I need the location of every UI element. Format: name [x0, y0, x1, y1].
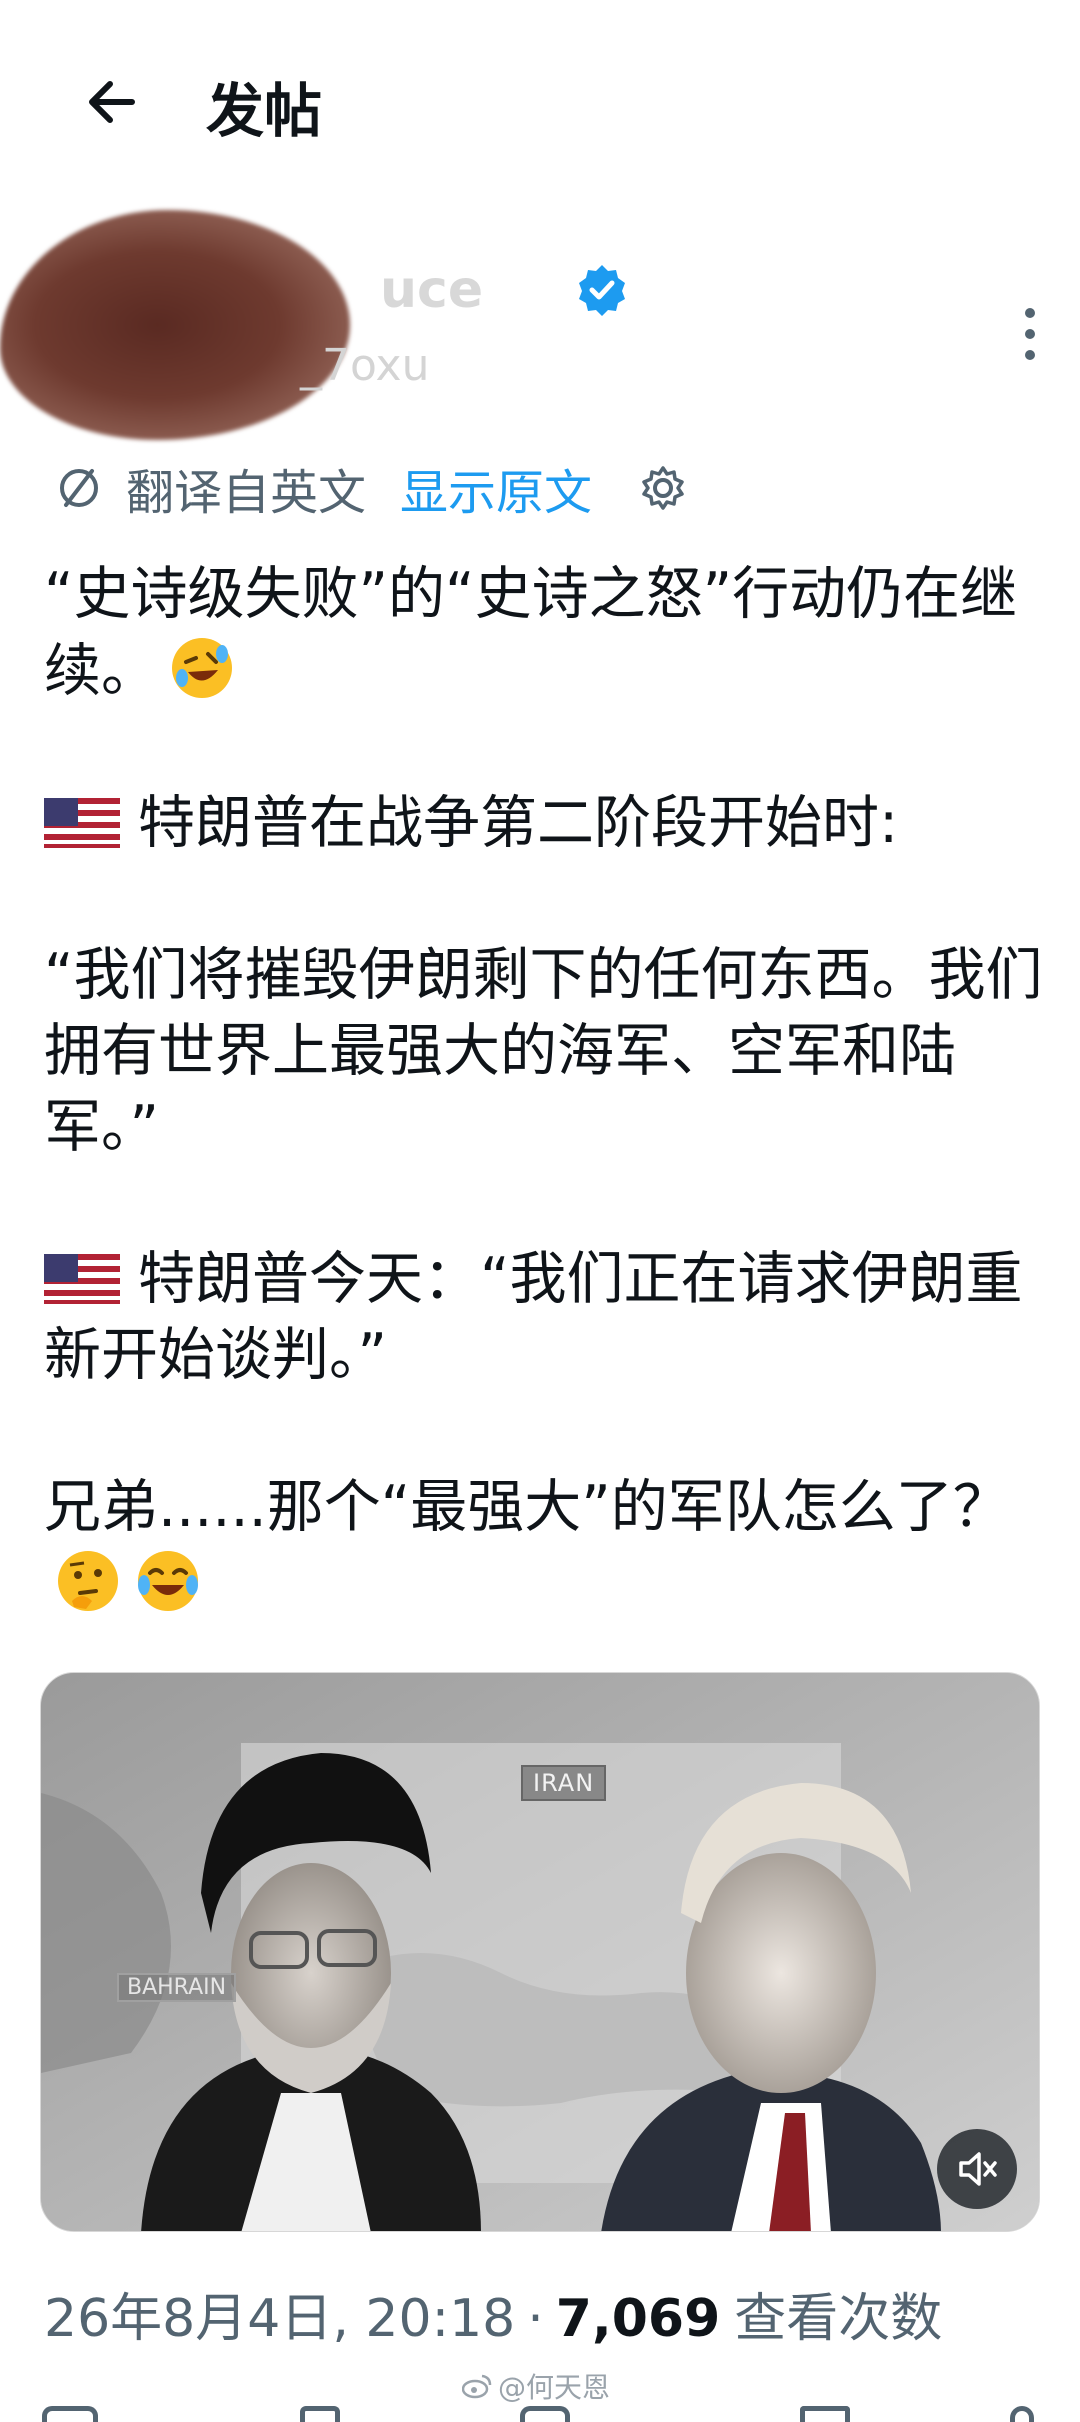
post-text: “史诗级失败”的“史诗之怒”行动仍在继续。 特朗普在战争第二阶段开始时: “我们… — [44, 556, 1044, 1622]
map-label: IRAN — [521, 1765, 607, 1801]
back-arrow-icon — [89, 81, 135, 123]
more-options-button[interactable] — [1010, 294, 1050, 374]
views-count: 7,069 — [555, 2289, 721, 2349]
more-dot — [1025, 329, 1035, 339]
verified-badge-icon — [579, 265, 625, 316]
paragraph-text: 特朗普今天：“我们正在请求伊朗重新开始谈判。” — [44, 1246, 1023, 1388]
paragraph-text: “我们将摧毁伊朗剩下的任何东西。我们拥有世界上最强大的海军、空军和陆军。” — [44, 942, 1043, 1160]
redaction-scribble — [0, 210, 350, 440]
thinking-face-emoji-icon — [58, 1551, 118, 1611]
post-paragraph: 兄弟......那个“最强大”的军队怎么了？ — [44, 1469, 1044, 1622]
paragraph-text: 兄弟......那个“最强大”的军队怎么了？ — [44, 1474, 1010, 1540]
author-handle: _7oxu — [300, 340, 430, 391]
post-paragraph: 特朗普今天：“我们正在请求伊朗重新开始谈判。” — [44, 1241, 1044, 1393]
show-original-link[interactable]: 显示原文 — [400, 453, 592, 523]
meta-separator: · — [527, 2289, 544, 2349]
back-button[interactable] — [72, 62, 152, 142]
top-bar: 发帖 — [0, 0, 1080, 200]
us-flag-icon — [44, 798, 120, 848]
map-label: BAHRAIN — [117, 1973, 237, 2002]
translation-row: 翻译自英文 显示原文 — [54, 458, 688, 521]
speaker-muted-icon — [959, 2152, 997, 2186]
us-flag-icon — [44, 1254, 120, 1304]
post-paragraph: “史诗级失败”的“史诗之怒”行动仍在继续。 — [44, 556, 1044, 709]
rolling-laughing-emoji-icon — [172, 638, 232, 698]
author-row: uce _7oxu — [0, 210, 1080, 440]
post-timestamp[interactable]: 26年8月4日, 20:18 — [44, 2289, 515, 2349]
reply-icon[interactable] — [42, 2406, 98, 2422]
more-dot — [1025, 350, 1035, 360]
bookmark-icon[interactable] — [800, 2406, 850, 2422]
mute-button[interactable] — [937, 2129, 1017, 2209]
post-media-video[interactable]: IRAN BAHRAIN — [40, 1672, 1040, 2232]
translate-icon — [60, 469, 98, 507]
views-label: 查看次数 — [734, 2289, 943, 2349]
post-paragraph: “我们将摧毁伊朗剩下的任何东西。我们拥有世界上最强大的海军、空军和陆军。” — [44, 937, 1044, 1165]
more-dot — [1025, 308, 1035, 318]
paragraph-text: 特朗普在战争第二阶段开始时: — [138, 790, 899, 856]
action-bar-partial — [0, 2400, 1080, 2422]
like-icon[interactable] — [520, 2406, 570, 2422]
video-thumbnail — [41, 1673, 1039, 2231]
post-paragraph: 特朗普在战争第二阶段开始时: — [44, 785, 1044, 861]
translated-from-label: 翻译自英文 — [126, 465, 367, 521]
weibo-logo-icon — [462, 2374, 492, 2399]
author-name[interactable]: uce — [380, 260, 483, 320]
share-icon[interactable] — [1010, 2406, 1034, 2422]
repost-icon[interactable] — [300, 2406, 340, 2422]
post-meta: 26年8月4日, 20:18 · 7,069 查看次数 — [44, 2276, 942, 2351]
page-title: 发帖 — [206, 77, 323, 145]
tears-of-joy-emoji-icon — [138, 1551, 198, 1611]
gear-icon[interactable] — [638, 463, 688, 513]
